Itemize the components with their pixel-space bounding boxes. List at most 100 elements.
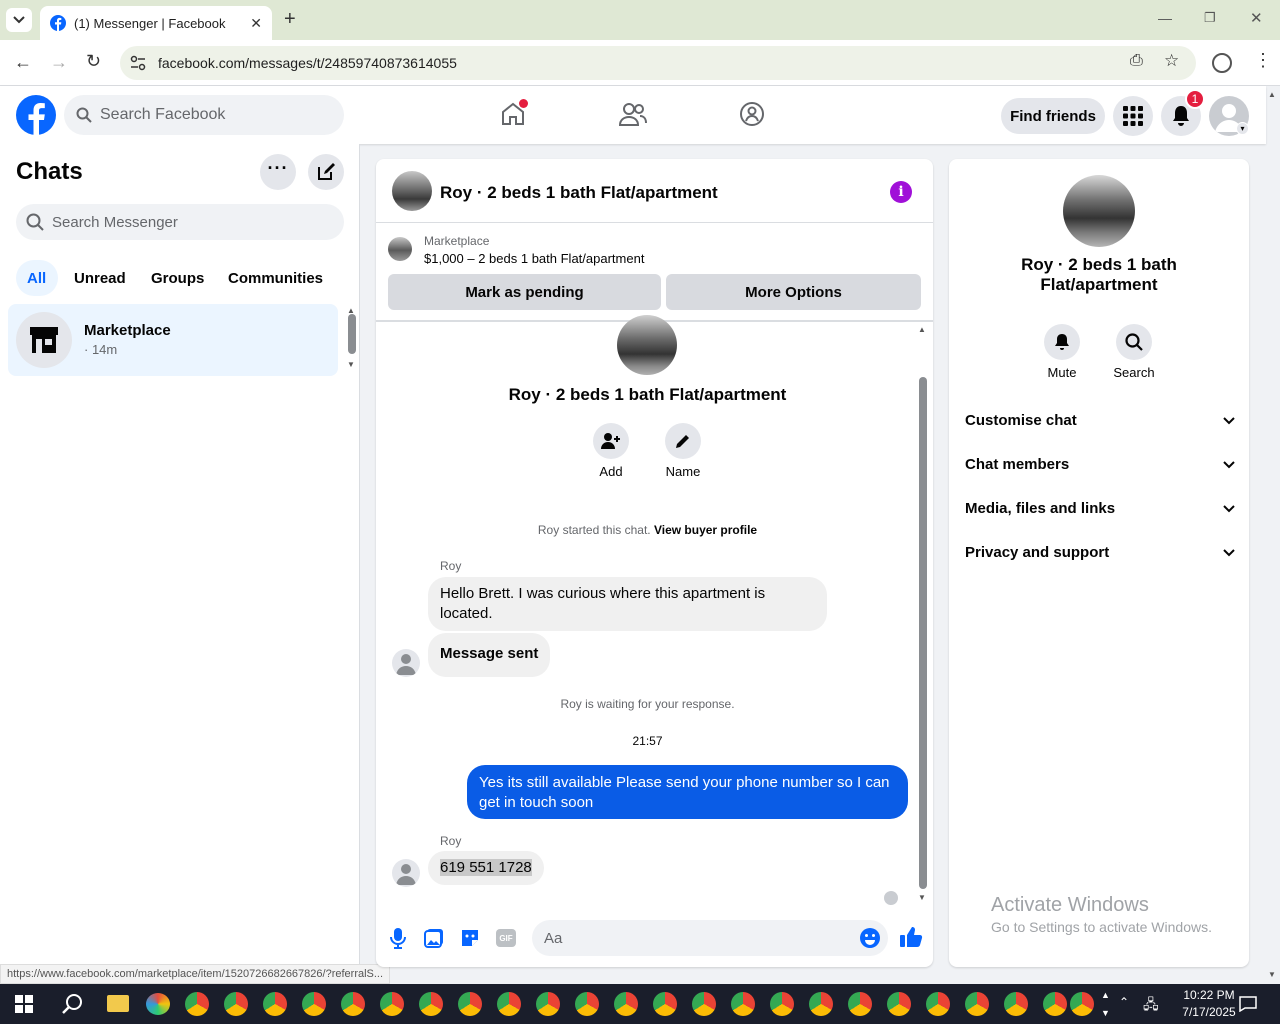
friends-icon[interactable] <box>619 101 647 127</box>
chrome-taskbar-icon[interactable] <box>419 992 443 1016</box>
chrome-taskbar-icon[interactable] <box>692 992 716 1016</box>
forward-icon[interactable]: → <box>50 52 68 73</box>
chrome-taskbar-icon[interactable] <box>926 992 950 1016</box>
facebook-logo-icon[interactable] <box>16 95 56 135</box>
browser-tab[interactable]: (1) Messenger | Facebook ✕ <box>40 6 272 40</box>
message-bubble-received[interactable]: Message sent <box>428 633 551 677</box>
scroll-down-icon[interactable]: ▼ <box>918 893 926 902</box>
message-input[interactable]: Aa <box>532 920 888 956</box>
chat-list-scrollbar[interactable] <box>348 314 356 354</box>
chat-members-section[interactable]: Chat members <box>965 456 1235 473</box>
taskbar-scroll-icon[interactable]: ▲ ▼ <box>1101 986 1110 1022</box>
mark-as-pending-button[interactable]: Mark as pending <box>388 274 661 310</box>
install-app-icon[interactable]: ⎙ <box>1130 52 1143 70</box>
file-explorer-icon[interactable] <box>107 995 129 1012</box>
sticker-icon[interactable] <box>460 928 480 948</box>
chrome-taskbar-icon[interactable] <box>809 992 833 1016</box>
media-files-links-section[interactable]: Media, files and links <box>965 500 1235 517</box>
site-info-icon[interactable] <box>130 55 146 71</box>
back-icon[interactable]: ← <box>14 52 32 73</box>
message-scrollbar[interactable] <box>919 377 927 889</box>
tab-list-button[interactable] <box>6 8 32 32</box>
message-bubble-received[interactable]: 619 551 1728 <box>428 851 544 885</box>
account-chevron-icon[interactable]: ▾ <box>1236 122 1249 135</box>
filter-groups[interactable]: Groups <box>151 270 204 287</box>
chat-list-item[interactable]: Marketplace · 14m <box>8 304 338 376</box>
sender-avatar[interactable] <box>392 859 420 887</box>
page-scroll-up-icon[interactable]: ▲ <box>1268 90 1276 99</box>
close-window-icon[interactable]: ✕ <box>1250 9 1263 27</box>
scroll-up-icon[interactable]: ▲ <box>347 306 355 315</box>
thumbs-up-icon[interactable] <box>899 926 923 948</box>
message-bubble-sent[interactable]: Yes its still available Please send your… <box>467 765 908 819</box>
new-tab-icon[interactable]: + <box>284 8 296 31</box>
address-bar[interactable]: facebook.com/messages/t/2485974087361405… <box>120 46 1196 80</box>
paint-app-icon[interactable] <box>146 993 170 1015</box>
taskbar-date[interactable]: 7/17/2025 <box>1172 1005 1246 1019</box>
show-hidden-icons-icon[interactable]: ⌃ <box>1119 995 1129 1009</box>
profile-avatar-large[interactable] <box>617 315 677 375</box>
conversation-info-button[interactable]: i <box>890 181 912 203</box>
chrome-taskbar-icon[interactable] <box>536 992 560 1016</box>
chats-options-button[interactable]: ··· <box>260 154 296 190</box>
chrome-taskbar-icon[interactable] <box>731 992 755 1016</box>
chrome-taskbar-icon[interactable] <box>341 992 365 1016</box>
network-icon[interactable]: 🖧 <box>1143 994 1159 1018</box>
menu-button[interactable] <box>1113 96 1153 136</box>
filter-all[interactable]: All <box>27 270 46 287</box>
view-buyer-profile-link[interactable]: View buyer profile <box>654 523 757 537</box>
search-conversation-button[interactable] <box>1116 324 1152 360</box>
chrome-taskbar-icon[interactable] <box>1070 992 1094 1016</box>
notification-center-icon[interactable] <box>1239 996 1257 1012</box>
chrome-taskbar-icon[interactable] <box>1043 992 1067 1016</box>
mute-button[interactable] <box>1044 324 1080 360</box>
chrome-taskbar-icon[interactable] <box>380 992 404 1016</box>
chrome-taskbar-icon[interactable] <box>770 992 794 1016</box>
name-button[interactable] <box>665 423 701 459</box>
customise-chat-section[interactable]: Customise chat <box>965 412 1235 429</box>
chrome-taskbar-icon[interactable] <box>653 992 677 1016</box>
reload-icon[interactable]: ↻ <box>86 51 101 72</box>
minimize-icon[interactable]: — <box>1158 10 1172 26</box>
details-avatar[interactable] <box>1063 175 1135 247</box>
microphone-icon[interactable] <box>390 927 406 949</box>
chrome-taskbar-icon[interactable] <box>263 992 287 1016</box>
search-messenger[interactable]: Search Messenger <box>16 204 344 240</box>
restore-icon[interactable]: ❐ <box>1204 10 1216 26</box>
new-message-button[interactable] <box>308 154 344 190</box>
chrome-taskbar-icon[interactable] <box>224 992 248 1016</box>
close-tab-icon[interactable]: ✕ <box>250 15 262 32</box>
bookmark-star-icon[interactable]: ☆ <box>1164 51 1179 71</box>
windows-start-icon[interactable] <box>15 995 33 1013</box>
listing-title[interactable]: $1,000 – 2 beds 1 bath Flat/apartment <box>424 251 644 266</box>
groups-icon[interactable] <box>739 101 765 127</box>
chrome-taskbar-icon[interactable] <box>848 992 872 1016</box>
chrome-taskbar-icon[interactable] <box>302 992 326 1016</box>
more-options-button[interactable]: More Options <box>666 274 921 310</box>
filter-communities[interactable]: Communities <box>228 270 323 287</box>
emoji-icon[interactable] <box>859 927 881 949</box>
chrome-taskbar-icon[interactable] <box>575 992 599 1016</box>
message-bubble-received[interactable]: Hello Brett. I was curious where this ap… <box>428 577 827 631</box>
facebook-search[interactable]: Search Facebook <box>64 95 344 135</box>
find-friends-button[interactable]: Find friends <box>1001 98 1105 134</box>
sender-avatar[interactable] <box>392 649 420 677</box>
add-button[interactable] <box>593 423 629 459</box>
gif-icon[interactable]: GIF <box>496 929 516 947</box>
chrome-taskbar-icon[interactable] <box>887 992 911 1016</box>
privacy-support-section[interactable]: Privacy and support <box>965 544 1235 561</box>
browser-menu-icon[interactable]: ⋮ <box>1254 50 1272 71</box>
photo-icon[interactable] <box>424 928 444 948</box>
conversation-title[interactable]: Roy · 2 beds 1 bath Flat/apartment <box>440 183 718 203</box>
profile-icon[interactable] <box>1212 53 1232 73</box>
chrome-taskbar-icon[interactable] <box>1004 992 1028 1016</box>
chrome-taskbar-icon[interactable] <box>614 992 638 1016</box>
listing-thumbnail[interactable] <box>388 237 412 261</box>
chrome-taskbar-icon[interactable] <box>185 992 209 1016</box>
scroll-down-icon[interactable]: ▼ <box>347 360 355 369</box>
chrome-taskbar-icon[interactable] <box>458 992 482 1016</box>
chrome-taskbar-icon[interactable] <box>965 992 989 1016</box>
taskbar-time[interactable]: 10:22 PM <box>1172 988 1246 1002</box>
conversation-avatar[interactable] <box>392 171 432 211</box>
nav-home[interactable] <box>500 99 528 127</box>
